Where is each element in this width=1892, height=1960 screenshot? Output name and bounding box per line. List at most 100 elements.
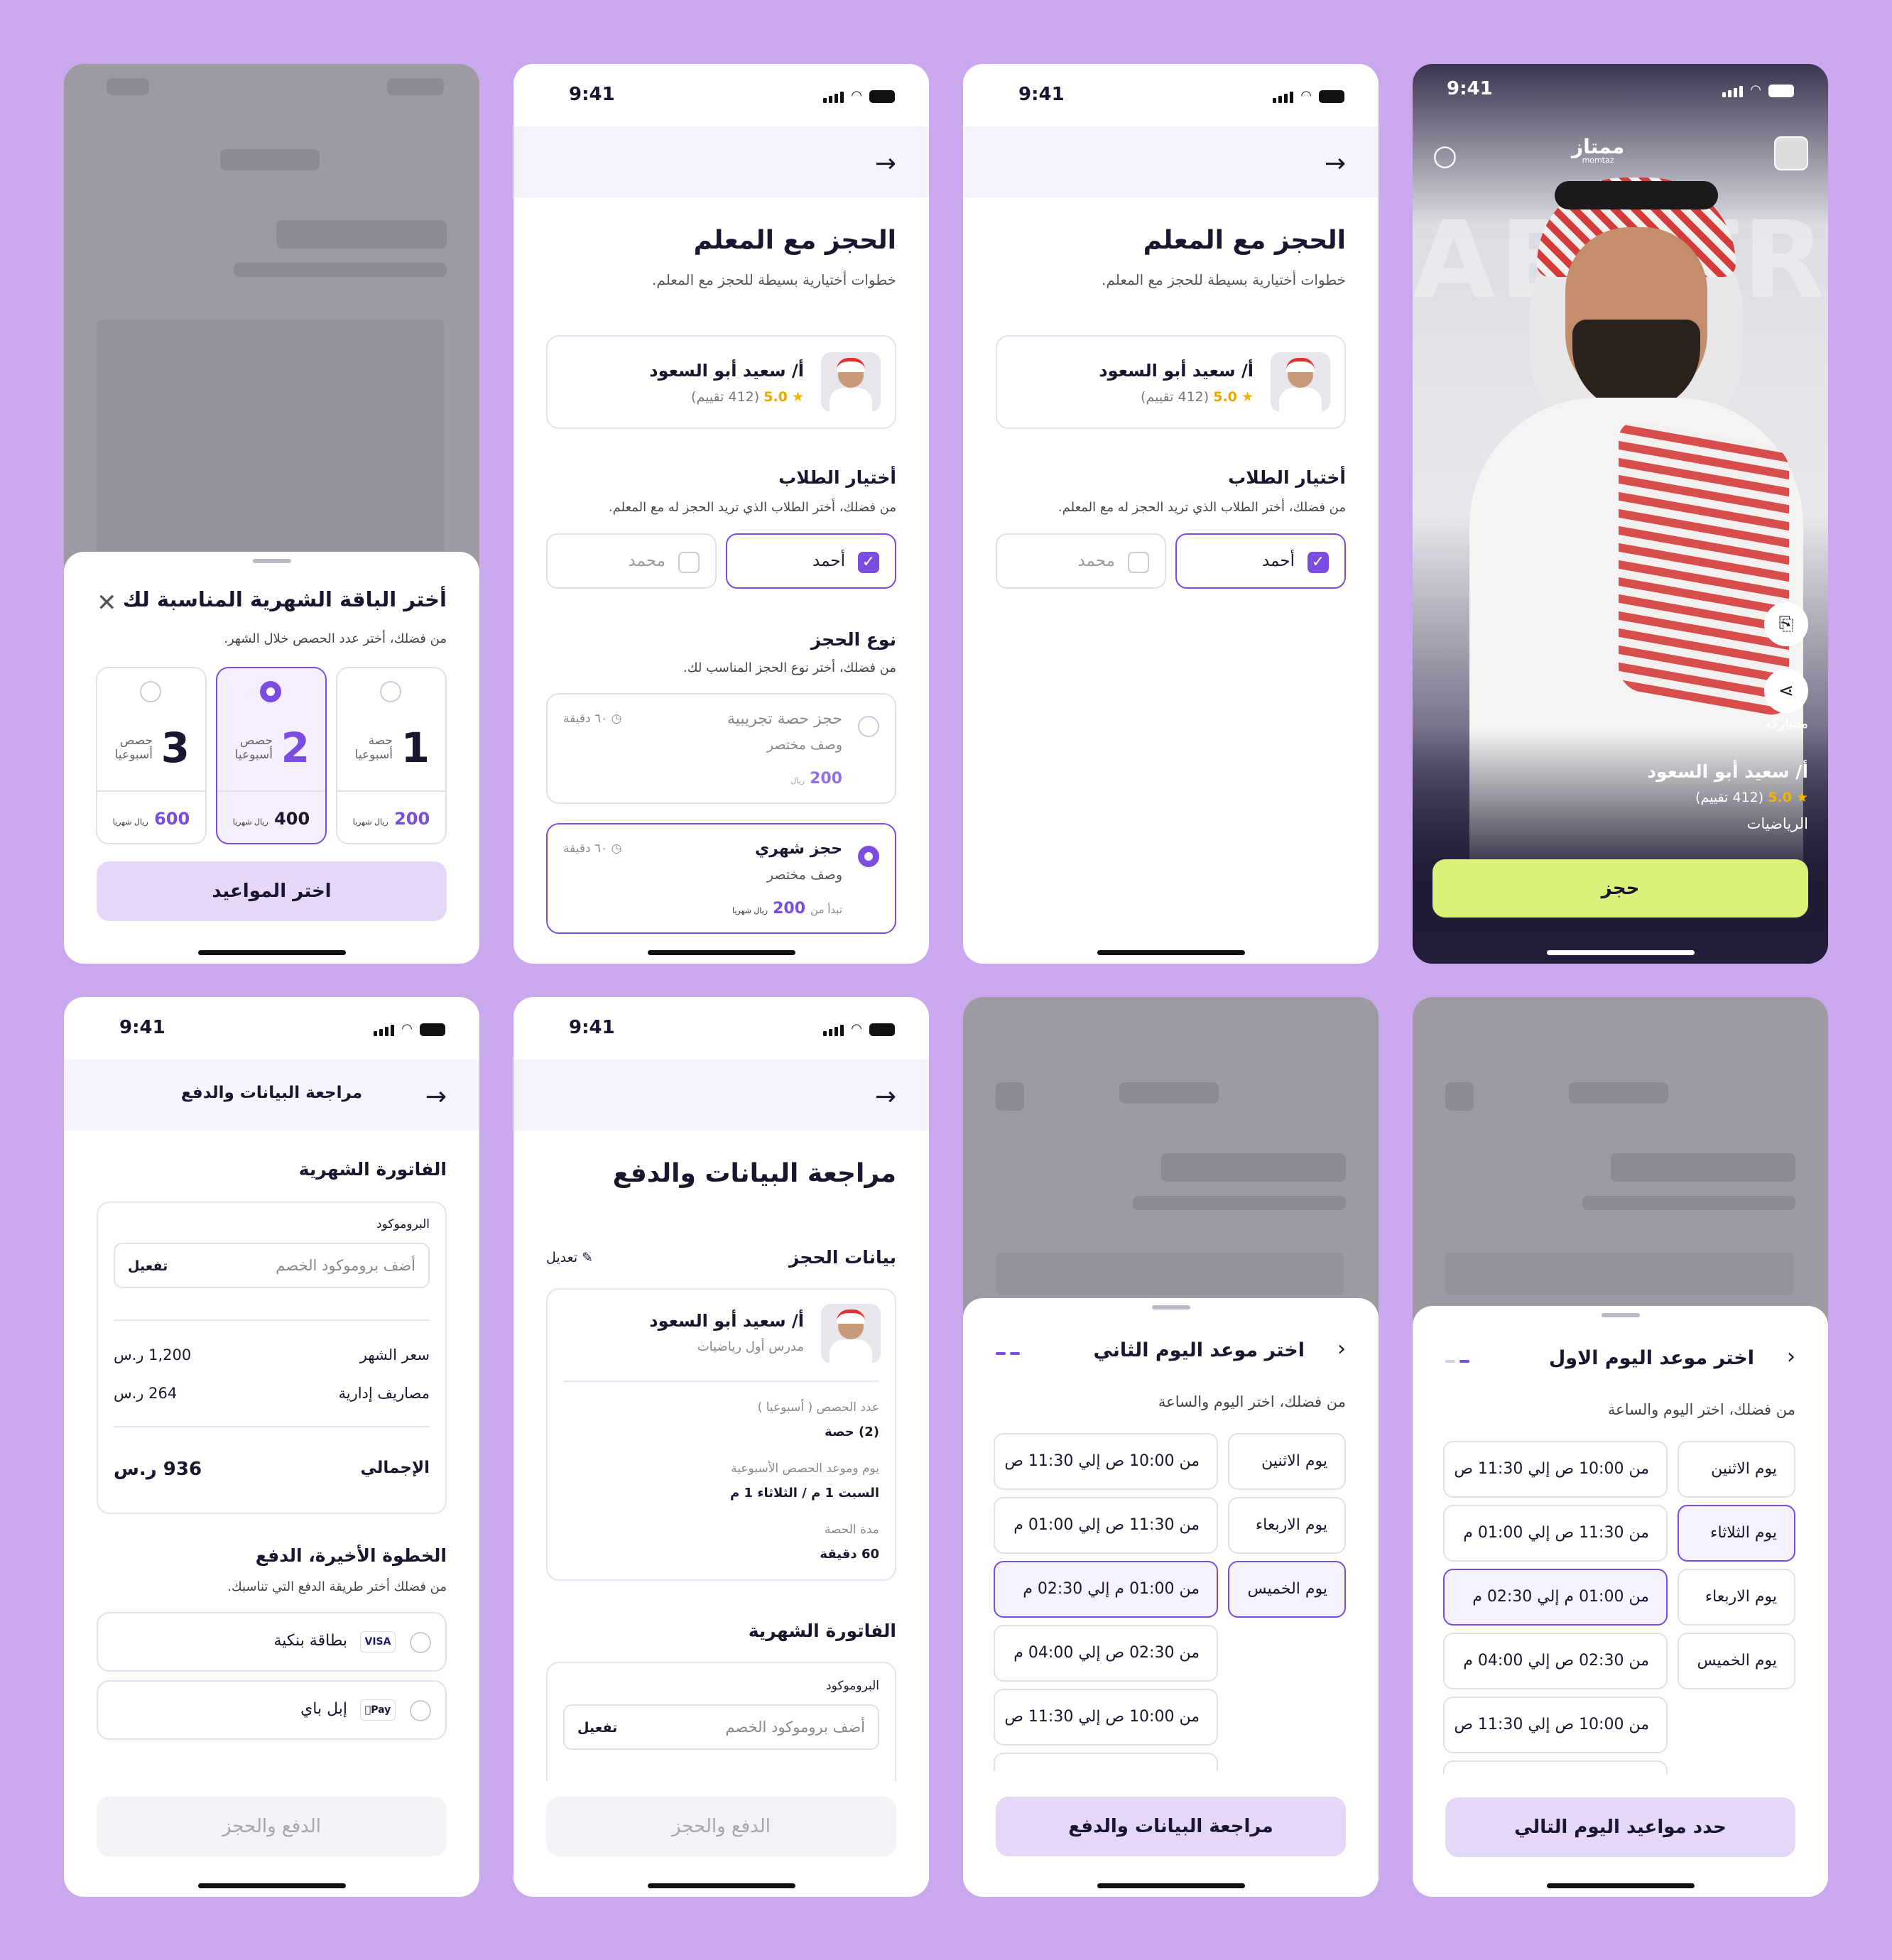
package-option-3[interactable]: 3 حصص أسبوعيا 600 ريال شهريا <box>96 667 207 844</box>
back-arrow-icon[interactable]: → <box>875 149 896 178</box>
promo-input[interactable]: أضف بروموكود الخصم تفعيل <box>114 1243 430 1288</box>
sheet-grabber[interactable] <box>252 559 291 563</box>
booking-type-trial[interactable]: حجز حصة تجريبية وصف مختصر 200 ريال ◷ ٦٠ … <box>546 693 896 804</box>
teacher-card[interactable]: أ/ سعيد أبو السعود ★ 5.0 (412 تقييم) <box>996 335 1346 429</box>
back-arrow-icon[interactable]: → <box>1325 149 1346 178</box>
radio-button[interactable] <box>410 1700 431 1721</box>
type-title-text: حجز شهري <box>754 840 842 858</box>
battery-icon <box>1768 85 1794 97</box>
time-slot[interactable]: من 11:30 ص إلي 01:00 م <box>1443 1505 1668 1562</box>
package-sheet: ✕ أختر الباقة الشهرية المناسبة لك من فضل… <box>64 552 479 964</box>
edit-icon: ✎ <box>582 1250 594 1265</box>
radio-button[interactable] <box>858 716 879 737</box>
page-subtitle: خطوات أختيارية بسيطة للحجز مع المعلم. <box>1102 271 1346 288</box>
checkbox-checked-icon[interactable]: ✓ <box>1307 552 1329 573</box>
page-title: الحجز مع المعلم <box>1143 226 1346 255</box>
payment-subtitle: من فضلك أختر طريقة الدفع التي تناسبك. <box>227 1579 447 1594</box>
checkbox-icon[interactable] <box>678 552 700 573</box>
pay-and-book-button[interactable]: الدفع والحجز <box>546 1797 896 1856</box>
teacher-name: أ/ سعيد أبو السعود <box>649 1311 804 1331</box>
close-icon[interactable]: ✕ <box>97 589 117 617</box>
payment-label: إبل باي <box>300 1700 347 1718</box>
clock-icon: ◷ <box>611 712 622 726</box>
signal-icon <box>823 92 844 103</box>
sheet-grabber[interactable] <box>1151 1305 1190 1310</box>
type-title-text: حجز حصة تجريبية <box>727 710 842 728</box>
student-name: أحمد <box>1262 552 1295 570</box>
time-slot[interactable]: من 10:00 ص إلي 11:30 ص <box>1443 1441 1668 1498</box>
clock-icon: ◷ <box>611 842 622 856</box>
step-indicator <box>996 1352 1020 1355</box>
sheet-subtitle: من فضلك، اختر اليوم والساعة <box>1158 1393 1346 1410</box>
back-arrow-icon[interactable]: → <box>875 1082 896 1111</box>
type-duration: ◷ ٦٠ دقيقة <box>563 842 622 856</box>
time-slot[interactable]: من 02:30 ص إلي 04:00 م <box>1443 1633 1668 1689</box>
student-option-mohamed[interactable]: محمد <box>996 533 1166 589</box>
student-option-mohamed[interactable]: محمد <box>546 533 717 589</box>
choose-times-button[interactable]: اختر المواعيد <box>97 861 447 921</box>
promo-apply-button[interactable]: تفعيل <box>128 1258 168 1274</box>
chevron-right-icon[interactable]: › <box>1337 1336 1346 1361</box>
radio-button[interactable] <box>410 1632 431 1653</box>
time-slot[interactable]: من 11:30 ص إلي 01:00 م <box>994 1497 1218 1554</box>
checkbox-icon[interactable] <box>1128 552 1149 573</box>
page-title: الحجز مع المعلم <box>693 226 896 255</box>
payment-apple-option[interactable]: Pay إبل باي <box>97 1680 447 1740</box>
day-option[interactable]: يوم الثلاثاء <box>1678 1505 1795 1562</box>
time-slot[interactable]: من 01:00 م إلي 02:30 م <box>994 1561 1218 1618</box>
type-duration: ◷ ٦٠ دقيقة <box>563 712 622 726</box>
bookmark-icon[interactable]: ⎘ <box>1764 602 1808 646</box>
checkbox-checked-icon[interactable]: ✓ <box>858 552 879 573</box>
day-option[interactable]: يوم الاربعاء <box>1678 1569 1795 1626</box>
booking-type-monthly[interactable]: حجز شهري وصف مختصر تبدأ من 200 ريال شهري… <box>546 823 896 934</box>
battery-icon <box>869 90 895 103</box>
edit-button[interactable]: ✎ تعديل <box>546 1250 593 1265</box>
day-option[interactable]: يوم الاربعاء <box>1228 1497 1346 1554</box>
student-option-ahmed[interactable]: ✓ أحمد <box>726 533 896 589</box>
student-option-ahmed[interactable]: ✓ أحمد <box>1175 533 1346 589</box>
book-button[interactable]: حجز <box>1432 859 1808 918</box>
time-slot[interactable]: من 10:00 ص إلي 11:30 ص <box>1443 1697 1668 1753</box>
radio-button[interactable] <box>260 681 281 702</box>
teacher-rating: ★ 5.0 (412 تقييم) <box>1141 389 1254 405</box>
package-option-2[interactable]: 2 حصص أسبوعيا 400 ريال شهريا <box>216 667 327 844</box>
payment-card-option[interactable]: VISA بطاقة بنكية <box>97 1612 447 1672</box>
sheet-title: أختر الباقة الشهرية المناسبة لك <box>122 587 447 611</box>
signal-icon <box>374 1025 395 1036</box>
sheet-subtitle: من فضلك، اختر اليوم والساعة <box>1607 1401 1795 1418</box>
radio-button[interactable] <box>858 846 879 867</box>
day-option[interactable]: يوم الخميس <box>1228 1561 1346 1618</box>
package-option-1[interactable]: 1 حصة أسبوعيا 200 ريال شهريا <box>336 667 447 844</box>
teacher-card[interactable]: أ/ سعيد أبو السعود ★ 5.0 (412 تقييم) <box>546 335 896 429</box>
student-name: محمد <box>1077 552 1115 570</box>
sheet-grabber[interactable] <box>1601 1313 1640 1317</box>
radio-button[interactable] <box>380 681 401 702</box>
time-slot[interactable]: من 01:00 م إلي 02:30 م <box>1443 1569 1668 1626</box>
promo-apply-button[interactable]: تفعيل <box>577 1720 617 1736</box>
step-indicator <box>1445 1360 1469 1363</box>
students-title: أختيار الطلاب <box>1228 467 1346 488</box>
day-option[interactable]: يوم الاثنين <box>1228 1433 1346 1490</box>
share-icon[interactable]: ⋖ <box>1764 669 1808 713</box>
home-indicator <box>197 950 346 955</box>
review-and-pay-button[interactable]: مراجعة البيانات والدفع <box>996 1797 1346 1856</box>
user-avatar[interactable] <box>1774 136 1808 170</box>
pay-and-book-button[interactable]: الدفع والحجز <box>97 1797 447 1856</box>
invoice-title: الفاتورة الشهرية <box>298 1159 447 1180</box>
day-option[interactable]: يوم الاثنين <box>1678 1441 1795 1498</box>
search-icon[interactable]: ○ <box>1432 139 1457 172</box>
chevron-right-icon[interactable]: › <box>1787 1344 1795 1369</box>
signal-icon <box>1722 86 1744 97</box>
home-indicator <box>647 1883 795 1888</box>
promo-input[interactable]: أضف بروموكود الخصم تفعيل <box>563 1704 879 1750</box>
time-slot[interactable]: من 02:30 ص إلي 04:00 م <box>994 1625 1218 1682</box>
package-unit: حصص أسبوعيا <box>234 734 273 762</box>
next-day-button[interactable]: حدد مواعيد اليوم التالي <box>1445 1797 1795 1857</box>
screen-booking-students: 9:41 ◠ → الحجز مع المعلم خطوات أختيارية … <box>963 64 1379 964</box>
time-slot[interactable]: من 10:00 ص إلي 11:30 ص <box>994 1433 1218 1490</box>
time-slot[interactable]: من 10:00 ص إلي 11:30 ص <box>994 1689 1218 1746</box>
day-option[interactable]: يوم الخميس <box>1678 1633 1795 1689</box>
radio-button[interactable] <box>140 681 161 702</box>
payment-title: الخطوة الأخيرة، الدفع <box>255 1545 447 1566</box>
status-bar: 9:41 ◠ <box>513 997 929 1060</box>
